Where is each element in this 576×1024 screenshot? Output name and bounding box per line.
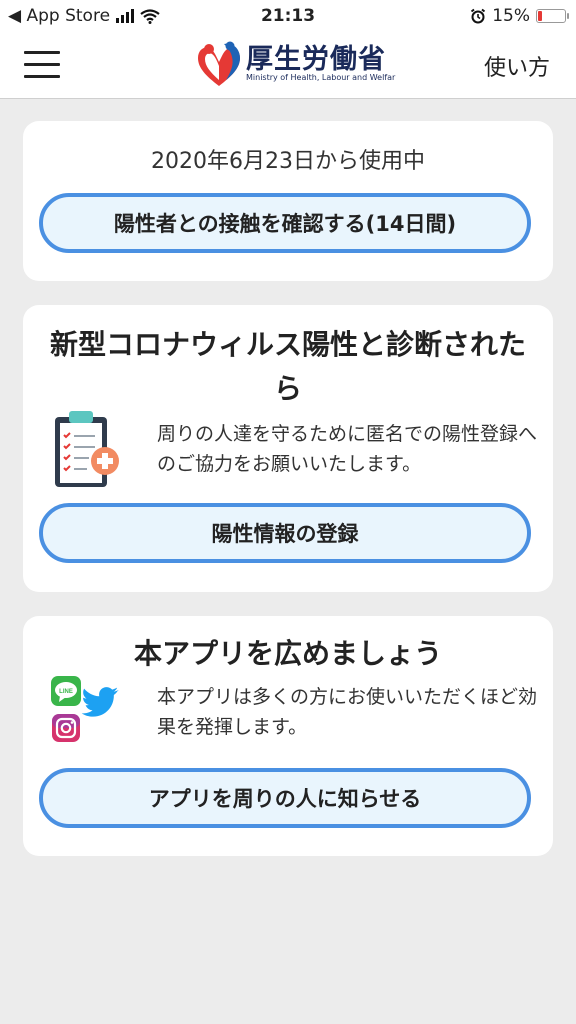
line-icon-text: LINE xyxy=(59,689,73,695)
usage-since-text: 2020年6月23日から使用中 xyxy=(151,149,425,174)
battery-percent: 15% xyxy=(492,6,530,26)
check-contact-button[interactable]: 陽性者との接触を確認する(14日間) xyxy=(39,193,531,253)
social-icons: LINE xyxy=(51,676,119,742)
mhlw-logo-icon xyxy=(198,41,240,86)
share-card-title: 本アプリを広めましょう xyxy=(133,637,442,670)
status-right: 15% xyxy=(470,6,569,26)
brand-title: 厚生労働省 xyxy=(246,43,386,75)
alarm-icon xyxy=(471,8,486,24)
status-bar: ◀ App Store 21:13 15% xyxy=(0,0,576,32)
positive-card-title: 新型コロナウィルス陽性と診断されたら xyxy=(49,328,526,405)
how-to-use-link[interactable]: 使い方 xyxy=(484,50,550,82)
clipboard-checklist-icon xyxy=(55,411,119,487)
instagram-icon xyxy=(52,714,80,742)
menu-icon[interactable] xyxy=(24,46,60,80)
battery-icon xyxy=(536,9,569,23)
line-icon: LINE xyxy=(51,676,81,706)
register-positive-button[interactable]: 陽性情報の登録 xyxy=(39,503,531,563)
top-navbar: 厚生労働省 Ministry of Health, Labour and Wel… xyxy=(0,32,576,99)
positive-report-card: 新型コロナウィルス陽性と診断されたら 周りの人達を守るために匿名での陽性登録への… xyxy=(23,305,553,592)
share-card: 本アプリを広めましょう LINE 本アプリは多くの方にお使いいただくほど効果を発… xyxy=(23,616,553,856)
share-app-button[interactable]: アプリを周りの人に知らせる xyxy=(39,768,531,828)
brand-logo: 厚生労働省 Ministry of Health, Labour and Wel… xyxy=(196,40,395,88)
share-card-description: 本アプリは多くの方にお使いいただくほど効果を発揮します。 xyxy=(157,686,538,738)
twitter-icon xyxy=(81,687,119,717)
brand-subtitle: Ministry of Health, Labour and Welfar xyxy=(246,72,396,82)
usage-card: 2020年6月23日から使用中 陽性者との接触を確認する(14日間) xyxy=(23,121,553,281)
positive-card-description: 周りの人達を守るために匿名での陽性登録へのご協力をお願いいたします。 xyxy=(157,423,538,475)
